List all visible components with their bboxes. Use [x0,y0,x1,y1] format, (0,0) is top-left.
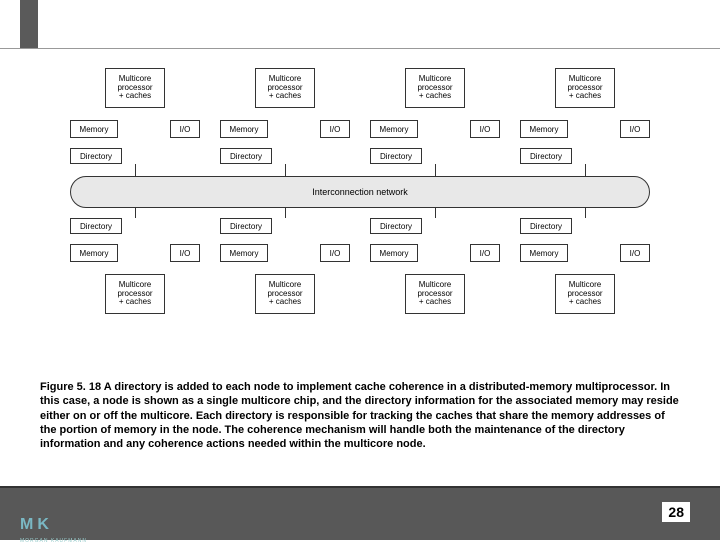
processor-box: Multicore processor + caches [255,68,315,108]
figure-caption: Figure 5. 18 A directory is added to eac… [40,380,680,451]
directory-box: Directory [220,218,272,234]
io-box: I/O [470,120,500,138]
directory-box: Directory [70,148,122,164]
connector-line [285,208,286,218]
node-top-1: Multicore processor + caches Memory I/O … [220,68,350,164]
io-box: I/O [170,244,200,262]
connector-line [285,164,286,176]
page-number: 28 [662,502,690,522]
io-box: I/O [620,244,650,262]
processor-box: Multicore processor + caches [555,68,615,108]
io-box: I/O [620,120,650,138]
publisher-logo: MK [20,516,53,534]
directory-box: Directory [520,218,572,234]
connector-line [585,208,586,218]
directory-box: Directory [370,218,422,234]
processor-box: Multicore processor + caches [255,274,315,314]
io-box: I/O [320,244,350,262]
processor-box: Multicore processor + caches [105,68,165,108]
processor-box: Multicore processor + caches [105,274,165,314]
directory-box: Directory [520,148,572,164]
node-bottom-1: Directory Memory I/O Multicore processor… [220,218,350,314]
memory-box: Memory [220,244,268,262]
connector-line [585,164,586,176]
top-divider [0,48,720,49]
connector-line [135,164,136,176]
processor-box: Multicore processor + caches [405,274,465,314]
architecture-diagram: Multicore processor + caches Memory I/O … [70,68,650,323]
memory-box: Memory [70,244,118,262]
slide-tab [20,0,38,48]
io-box: I/O [170,120,200,138]
node-bottom-3: Directory Memory I/O Multicore processor… [520,218,650,314]
publisher-name: MORGAN KAUFMANN [20,538,87,544]
memory-box: Memory [370,120,418,138]
memory-box: Memory [520,244,568,262]
node-top-3: Multicore processor + caches Memory I/O … [520,68,650,164]
node-bottom-0: Directory Memory I/O Multicore processor… [70,218,200,314]
directory-box: Directory [70,218,122,234]
processor-box: Multicore processor + caches [405,68,465,108]
directory-box: Directory [220,148,272,164]
memory-box: Memory [370,244,418,262]
node-top-0: Multicore processor + caches Memory I/O … [70,68,200,164]
connector-line [435,164,436,176]
memory-box: Memory [70,120,118,138]
connector-line [435,208,436,218]
interconnect-box: Interconnection network [70,176,650,208]
io-box: I/O [320,120,350,138]
memory-box: Memory [520,120,568,138]
processor-box: Multicore processor + caches [555,274,615,314]
connector-line [135,208,136,218]
io-box: I/O [470,244,500,262]
directory-box: Directory [370,148,422,164]
node-bottom-2: Directory Memory I/O Multicore processor… [370,218,500,314]
memory-box: Memory [220,120,268,138]
node-top-2: Multicore processor + caches Memory I/O … [370,68,500,164]
footer-band: MK MORGAN KAUFMANN [0,488,720,540]
